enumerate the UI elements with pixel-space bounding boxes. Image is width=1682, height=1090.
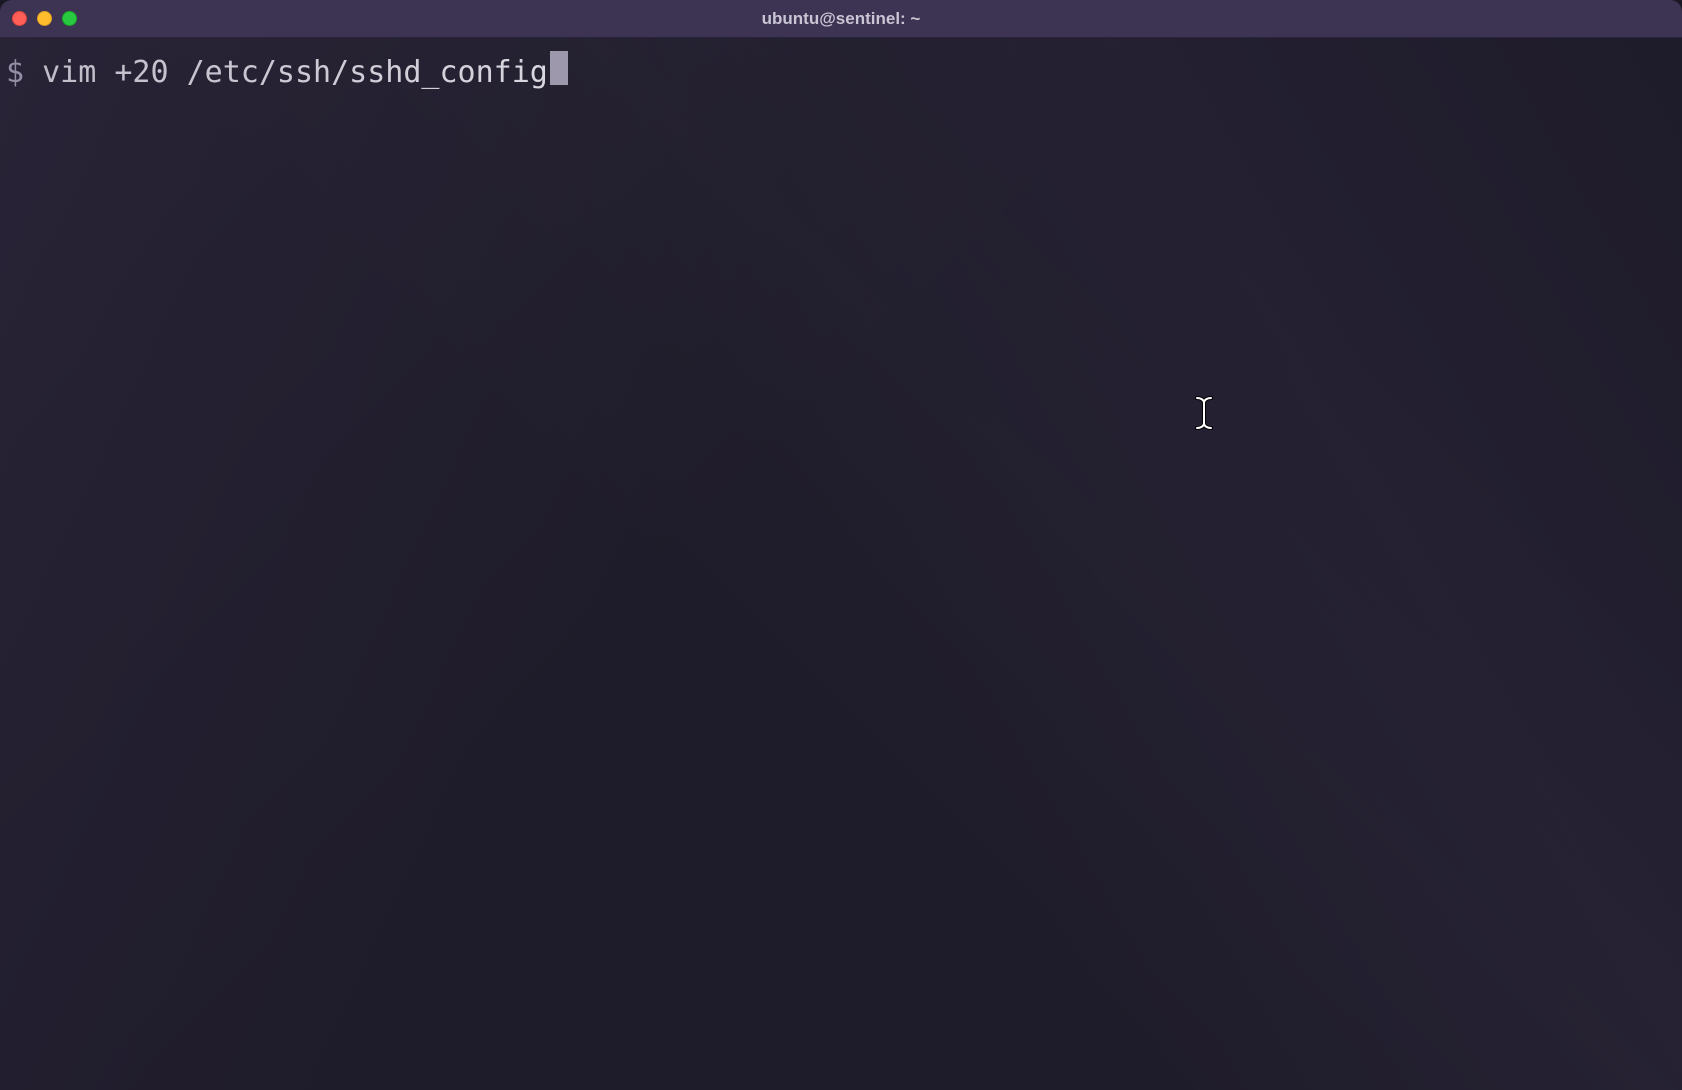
minimize-button[interactable] bbox=[37, 11, 52, 26]
titlebar[interactable]: ubuntu@sentinel: ~ bbox=[0, 0, 1682, 38]
traffic-lights bbox=[12, 11, 77, 26]
prompt-line: $ vim +20 /etc/ssh/sshd_config bbox=[6, 48, 1682, 91]
text-cursor-icon bbox=[1195, 396, 1213, 430]
terminal-window: ubuntu@sentinel: ~ $ vim +20 /etc/ssh/ss… bbox=[0, 0, 1682, 1090]
terminal-body[interactable]: $ vim +20 /etc/ssh/sshd_config bbox=[0, 38, 1682, 1090]
prompt-symbol: $ bbox=[6, 55, 24, 91]
command-text: vim +20 /etc/ssh/sshd_config bbox=[24, 55, 548, 91]
close-button[interactable] bbox=[12, 11, 27, 26]
maximize-button[interactable] bbox=[62, 11, 77, 26]
terminal-cursor bbox=[550, 51, 568, 85]
window-title: ubuntu@sentinel: ~ bbox=[762, 9, 921, 29]
